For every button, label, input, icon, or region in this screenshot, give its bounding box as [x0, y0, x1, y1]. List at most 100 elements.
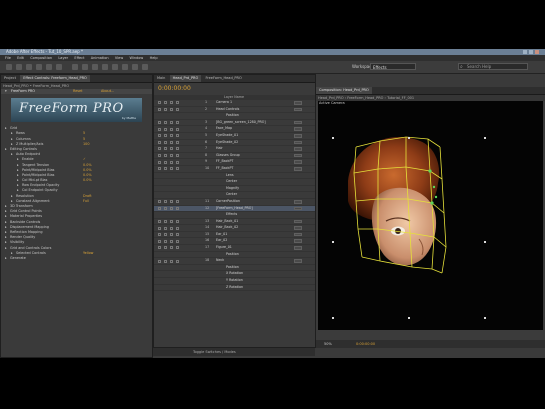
blend-mode-dropdown[interactable] [294, 246, 302, 250]
layer-switch-icon[interactable] [176, 200, 179, 204]
layer-name[interactable]: EyeShade_01 [216, 133, 238, 139]
layer-name[interactable]: Position [226, 113, 239, 119]
layer-switch-icon[interactable] [170, 134, 173, 138]
type-tool-icon[interactable] [92, 64, 98, 70]
timeline-layer-row[interactable]: 16 Ear_02 [154, 238, 315, 246]
layer-switch-icon[interactable] [170, 226, 173, 230]
layer-name[interactable]: Effects [226, 212, 237, 218]
layer-name[interactable]: Face_Map [216, 126, 232, 132]
layer-switch-icon[interactable] [176, 107, 179, 111]
layer-switch-icon[interactable] [176, 154, 179, 158]
timeline-layer-row[interactable]: 15 Ear_01 [154, 232, 315, 239]
visibility-eye-icon[interactable] [158, 206, 161, 210]
blend-mode-dropdown[interactable] [294, 120, 302, 125]
tab-freeform-head-pro[interactable]: FreeForm_Head_PRO [203, 75, 245, 82]
visibility-eye-icon[interactable] [158, 160, 161, 164]
timeline-layer-row[interactable]: Position [154, 113, 315, 120]
visibility-eye-icon[interactable] [158, 127, 161, 131]
tab-project[interactable]: Project [1, 75, 19, 82]
visibility-eye-icon[interactable] [158, 246, 161, 250]
layer-switch-icon[interactable] [164, 233, 167, 237]
timeline-layer-row[interactable]: Magnify [154, 186, 315, 193]
layer-name[interactable]: Hair_Back_02 [216, 225, 238, 231]
layer-switch-icon[interactable] [176, 121, 179, 125]
layer-switch-icon[interactable] [164, 134, 167, 138]
minimize-button[interactable] [523, 50, 527, 54]
layer-name[interactable]: Camera 1 [216, 100, 232, 106]
layer-name[interactable]: EyeShade_02 [216, 140, 238, 146]
blend-mode-dropdown[interactable] [294, 147, 302, 151]
timeline-layer-row[interactable]: 7 Hair [154, 146, 315, 153]
layer-switch-icon[interactable] [176, 127, 179, 131]
layer-name[interactable]: [BG_green_screen_1280_PRO] [216, 120, 266, 126]
layer-switch-icon[interactable] [176, 147, 179, 151]
timeline-layer-row[interactable]: 17 Figure_01 [154, 245, 315, 252]
layer-name[interactable]: Y Rotation [226, 278, 243, 284]
corner-pin-marker[interactable] [408, 137, 410, 139]
timeline-layer-row[interactable]: Lens [154, 173, 315, 180]
blend-mode-dropdown[interactable] [294, 199, 302, 204]
breadcrumb-item[interactable]: Tutorial_FF_001 [387, 96, 414, 100]
layer-switch-icon[interactable] [176, 239, 179, 243]
layer-switch-icon[interactable] [170, 246, 173, 250]
blend-mode-dropdown[interactable] [294, 107, 302, 112]
timeline-layer-row[interactable]: 5 EyeShade_01 [154, 133, 315, 140]
corner-pin-marker[interactable] [408, 317, 410, 319]
layer-switch-icon[interactable] [176, 134, 179, 138]
layer-switch-icon[interactable] [170, 219, 173, 223]
layer-switch-icon[interactable] [164, 226, 167, 230]
roto-brush-tool-icon[interactable] [132, 64, 138, 70]
layer-name[interactable]: Magnify [226, 186, 239, 192]
toggle-switches-modes[interactable]: Toggle Switches / Modes [193, 348, 236, 356]
timeline-layer-row[interactable]: 18 Neck [154, 258, 315, 265]
blend-mode-dropdown[interactable] [294, 226, 302, 230]
layer-switch-icon[interactable] [164, 121, 167, 125]
pan-behind-tool-icon[interactable] [56, 64, 62, 70]
blend-mode-dropdown[interactable] [294, 219, 302, 224]
blend-mode-dropdown[interactable] [294, 153, 302, 158]
timeline-layer-row[interactable]: 14 Hair_Back_02 [154, 225, 315, 232]
visibility-eye-icon[interactable] [158, 107, 161, 111]
layer-switch-icon[interactable] [164, 147, 167, 151]
layer-name[interactable]: Neck [216, 258, 224, 264]
layer-switch-icon[interactable] [170, 167, 173, 171]
visibility-eye-icon[interactable] [158, 154, 161, 158]
timeline-layer-row[interactable]: 12 [FreeForm_Head_PRO] [154, 205, 315, 213]
brush-tool-icon[interactable] [102, 64, 108, 70]
visibility-eye-icon[interactable] [158, 167, 161, 171]
layer-name[interactable]: FF_BackPT [216, 159, 233, 165]
layer-name[interactable]: Ear_01 [216, 232, 227, 238]
corner-pin-marker[interactable] [484, 241, 486, 243]
layer-switch-icon[interactable] [176, 140, 179, 144]
visibility-eye-icon[interactable] [158, 140, 161, 144]
effect-header-row[interactable]: ▾ FreeForm PRO Reset About... [1, 89, 152, 95]
layer-switch-icon[interactable] [170, 239, 173, 243]
visibility-eye-icon[interactable] [158, 200, 161, 204]
clone-tool-icon[interactable] [112, 64, 118, 70]
layer-switch-icon[interactable] [170, 154, 173, 158]
blend-mode-dropdown[interactable] [294, 127, 302, 131]
blend-mode-dropdown[interactable] [294, 259, 302, 263]
visibility-eye-icon[interactable] [158, 259, 161, 263]
breadcrumb-item[interactable]: FreeForm_Head_PRO [347, 96, 383, 100]
layer-switch-icon[interactable] [164, 107, 167, 111]
visibility-eye-icon[interactable] [158, 219, 161, 223]
timeline-layer-row[interactable]: 1 Camera 1 [154, 100, 315, 107]
layer-name[interactable]: Center [226, 192, 237, 198]
layer-switch-icon[interactable] [170, 147, 173, 151]
layer-name[interactable]: [FreeForm_Head_PRO] [216, 206, 253, 212]
timeline-layer-row[interactable]: 11 CornerPosition [154, 199, 315, 206]
corner-pin-marker[interactable] [484, 137, 486, 139]
mask-tool-icon[interactable] [72, 64, 78, 70]
visibility-eye-icon[interactable] [158, 101, 161, 105]
timeline-layer-row[interactable]: Position [154, 252, 315, 259]
layer-switch-icon[interactable] [170, 233, 173, 237]
tab-main[interactable]: Main [154, 75, 168, 82]
layer-name[interactable]: Ear_02 [216, 238, 227, 244]
corner-pin-marker[interactable] [484, 317, 486, 319]
zoom-tool-icon[interactable] [26, 64, 32, 70]
layer-name[interactable]: CornerPosition [216, 199, 240, 205]
blend-mode-dropdown[interactable] [294, 160, 302, 164]
search-help-input[interactable]: ⌕ Search Help [458, 63, 528, 70]
layer-switch-icon[interactable] [164, 200, 167, 204]
